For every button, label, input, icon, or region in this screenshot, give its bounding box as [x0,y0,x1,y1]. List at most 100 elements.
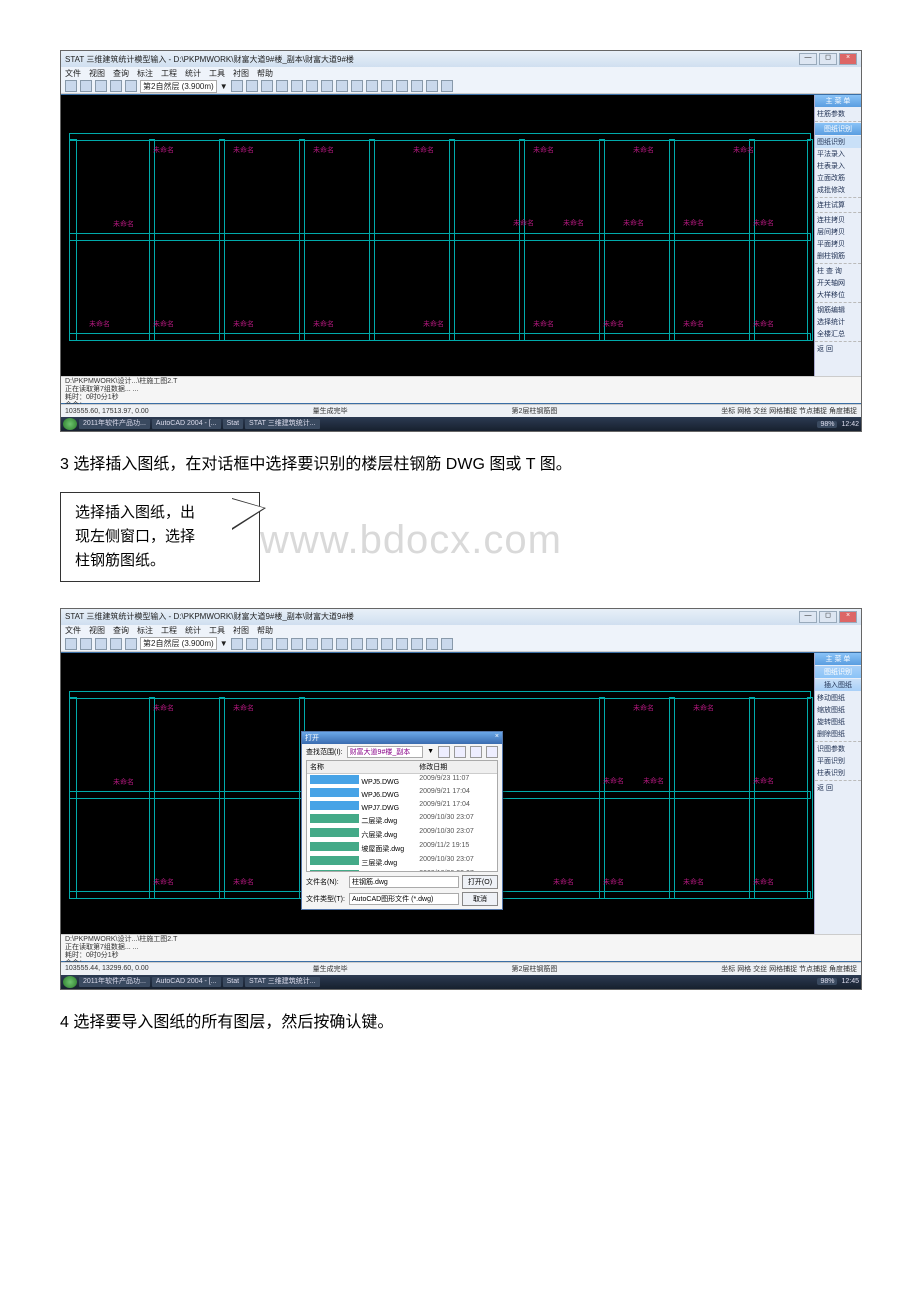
tool-icon[interactable] [276,638,288,650]
drawing-canvas[interactable]: 未命名 未命名 未命名 未命名 未命名 未命名 未命名 未命名 未命名 未命名 … [61,653,815,935]
side-item[interactable]: 钢筋编辑 [815,304,861,316]
side-item[interactable]: 柱表识别 [815,767,861,779]
tool-icon[interactable] [381,80,393,92]
tool-icon[interactable] [441,638,453,650]
up-folder-icon[interactable] [454,746,466,758]
side-item[interactable]: 柱 查 询 [815,265,861,277]
taskbar-item[interactable]: STAT 三维建筑统计... [245,419,320,429]
side-item[interactable]: 柱表录入 [815,160,861,172]
side-item[interactable]: 立面改筋 [815,172,861,184]
side-item[interactable]: 平面拷贝 [815,238,861,250]
tool-icon[interactable] [336,638,348,650]
file-row[interactable]: 二层梁.dwg2009/10/30 23:07 [307,813,497,827]
open-icon[interactable] [80,80,92,92]
menu-item[interactable]: 视图 [89,625,105,636]
taskbar-item[interactable]: 2011年软件产品功... [79,419,150,429]
status-toggle[interactable]: 网格 [737,966,751,973]
side-item[interactable]: 连柱拷贝 [815,214,861,226]
minimize-button[interactable]: — [799,53,817,65]
file-row[interactable]: WPJ7.DWG2009/9/21 17:04 [307,800,497,813]
filename-input[interactable]: 柱钢筋.dwg [349,876,459,888]
tool-icon[interactable] [411,638,423,650]
menu-item[interactable]: 工具 [209,625,225,636]
status-toggle[interactable]: 网格 [737,408,751,415]
print-icon[interactable] [125,80,137,92]
tool-icon[interactable] [441,80,453,92]
side-item-return[interactable]: 返 回 [815,782,861,794]
file-row[interactable]: WPJ6.DWG2009/9/21 17:04 [307,787,497,800]
side-item[interactable]: 柱筋参数 [815,108,861,120]
save-icon[interactable] [65,80,77,92]
floor-selector[interactable]: 第2自然层 (3.900m) [140,637,217,650]
tool-icon[interactable] [366,80,378,92]
side-item[interactable]: 删除图纸 [815,728,861,740]
open-icon[interactable] [80,638,92,650]
col-date[interactable]: 修改日期 [416,761,497,773]
tool-icon[interactable] [396,80,408,92]
tool-icon[interactable] [321,80,333,92]
pan-icon[interactable] [246,80,258,92]
side-item[interactable]: 全楼汇总 [815,328,861,340]
menu-item[interactable]: 查询 [113,625,129,636]
taskbar-item[interactable]: Stat [223,419,243,429]
zoom-window-icon[interactable] [276,80,288,92]
tool-icon[interactable] [306,638,318,650]
start-button[interactable] [63,418,77,430]
col-name[interactable]: 名称 [307,761,416,773]
menu-item[interactable]: 标注 [137,68,153,79]
status-toggle[interactable]: 交丝 [753,408,767,415]
close-button[interactable]: × [839,611,857,623]
side-header-active[interactable]: 插入图纸 [815,679,861,691]
cancel-button[interactable]: 取消 [462,892,498,906]
menu-item[interactable]: 文件 [65,68,81,79]
status-toggle[interactable]: 交丝 [753,966,767,973]
file-row[interactable]: 六层梁.dwg2009/10/30 23:07 [307,827,497,841]
new-folder-icon[interactable] [470,746,482,758]
status-toggle[interactable]: 坐标 [721,408,735,415]
file-list[interactable]: 名称 修改日期 WPJ5.DWG2009/9/23 11:07WPJ6.DWG2… [306,760,498,872]
redo-icon[interactable] [110,638,122,650]
maximize-button[interactable]: ◻ [819,611,837,623]
lookin-dropdown[interactable]: 财富大道9#楼_副本 [347,746,424,758]
status-toggle[interactable]: 角度捕捉 [829,966,857,973]
side-item[interactable]: 选择统计 [815,316,861,328]
file-row[interactable]: 坡屋面梁.dwg2009/11/2 19:15 [307,841,497,855]
tool-icon[interactable] [366,638,378,650]
tool-icon[interactable] [336,80,348,92]
close-button[interactable]: × [839,53,857,65]
menu-item[interactable]: 衬图 [233,68,249,79]
menu-item[interactable]: 统计 [185,68,201,79]
status-toggle[interactable]: 网格捕捉 [769,408,797,415]
drawing-canvas[interactable]: 未命名 未命名 未命名 未命名 未命名 未命名 未命名 未命名 未命名 未命名 … [61,95,815,377]
side-item[interactable]: 平法录入 [815,148,861,160]
tool-icon[interactable] [426,80,438,92]
taskbar-item[interactable]: 2011年软件产品功... [79,977,150,987]
side-item[interactable]: 识图参数 [815,743,861,755]
taskbar-item[interactable]: Stat [223,977,243,987]
status-toggle[interactable]: 网格捕捉 [769,966,797,973]
file-row[interactable]: WPJ5.DWG2009/9/23 11:07 [307,774,497,787]
redo-icon[interactable] [110,80,122,92]
menu-item[interactable]: 文件 [65,625,81,636]
print-icon[interactable] [125,638,137,650]
undo-icon[interactable] [95,638,107,650]
status-toggle[interactable]: 节点捕捉 [799,966,827,973]
side-item[interactable]: 连柱试算 [815,199,861,211]
tool-icon[interactable] [321,638,333,650]
tool-icon[interactable] [351,638,363,650]
tool-icon[interactable] [246,638,258,650]
side-item[interactable]: 删柱钢筋 [815,250,861,262]
tool-icon[interactable] [381,638,393,650]
zoom-icon[interactable] [231,80,243,92]
tool-icon[interactable] [306,80,318,92]
side-item[interactable]: 层间拷贝 [815,226,861,238]
tool-icon[interactable] [231,638,243,650]
status-toggle[interactable]: 坐标 [721,966,735,973]
menu-item[interactable]: 视图 [89,68,105,79]
side-item[interactable]: 开关轴网 [815,277,861,289]
status-toggle[interactable]: 节点捕捉 [799,408,827,415]
maximize-button[interactable]: ◻ [819,53,837,65]
side-item-selected[interactable]: 图纸识别 [815,136,861,148]
save-icon[interactable] [65,638,77,650]
tool-icon[interactable] [351,80,363,92]
